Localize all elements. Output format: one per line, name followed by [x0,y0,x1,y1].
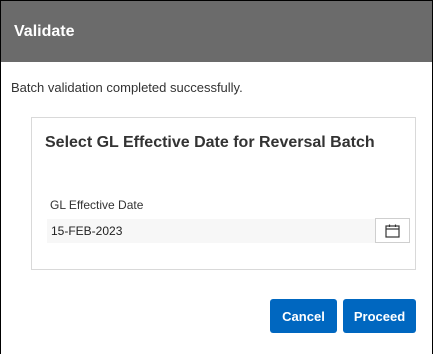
gl-date-panel: Select GL Effective Date for Reversal Ba… [31,117,416,270]
gl-effective-date-label: GL Effective Date [50,198,144,212]
panel-heading: Select GL Effective Date for Reversal Ba… [45,134,375,151]
dialog-title: Validate [14,23,75,40]
cancel-button[interactable]: Cancel [270,299,337,333]
gl-effective-date-input[interactable] [47,219,384,243]
calendar-button[interactable] [375,218,410,243]
dialog-titlebar: Validate [1,0,432,62]
proceed-button[interactable]: Proceed [343,299,416,333]
calendar-icon [385,224,400,238]
validation-message: Batch validation completed successfully. [11,80,243,95]
validate-dialog: Validate Batch validation completed succ… [0,0,433,354]
